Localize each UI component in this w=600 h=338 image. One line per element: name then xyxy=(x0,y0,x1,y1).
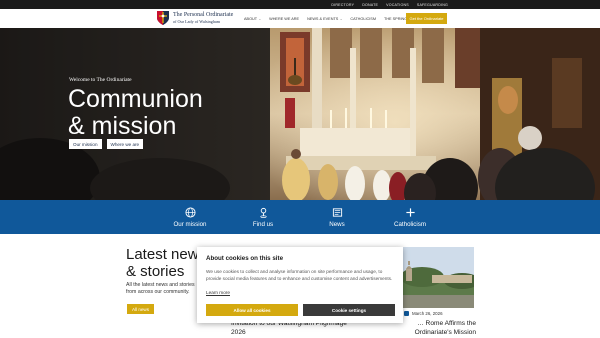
quick-link-find-us[interactable]: Find us xyxy=(233,200,293,234)
site-header: The Personal Ordinariate of Our Lady of … xyxy=(0,9,600,28)
quick-link-catholicism[interactable]: Catholicism xyxy=(380,200,440,234)
quick-link-label: Find us xyxy=(252,221,274,228)
map-pin-icon xyxy=(257,206,269,218)
ordinariate-crest-logo[interactable] xyxy=(156,10,170,26)
brand-subtitle: of Our Lady of Walsingham xyxy=(173,19,221,24)
news-card-image-rome[interactable] xyxy=(402,247,474,308)
allow-all-cookies-button[interactable]: Allow all cookies xyxy=(206,304,298,316)
quick-link-label: News xyxy=(329,221,345,228)
quick-link-news[interactable]: News xyxy=(307,200,367,234)
quick-links-band: Our mission Find us News Catholicism xyxy=(0,200,600,234)
quick-link-label: Catholicism xyxy=(394,221,426,228)
hero-headline-line2: & mission xyxy=(68,112,177,140)
nav-item-the-spring[interactable]: The Spring xyxy=(384,17,407,21)
main-nav: About ⌄ Where we are News & events ⌄ Cat… xyxy=(244,9,407,28)
news-heading-line1: Latest news xyxy=(126,246,207,263)
where-we-are-button[interactable]: Where we are xyxy=(106,139,144,149)
news-heading-line2: & stories xyxy=(126,263,185,280)
nav-item-about[interactable]: About ⌄ xyxy=(244,17,261,21)
news-description: All the latest news and stories from acr… xyxy=(126,282,195,295)
our-mission-button[interactable]: Our mission xyxy=(69,139,102,149)
nav-item-label: Where we are xyxy=(269,16,300,21)
calendar-icon xyxy=(404,311,409,316)
cookie-learn-more-link[interactable]: Learn more xyxy=(206,290,230,295)
news-card-date: March 26, 2026 xyxy=(404,311,443,316)
news-card-title-line: 2026 xyxy=(231,329,246,336)
chevron-down-icon: ⌄ xyxy=(339,16,343,21)
cookie-dialog-title: About cookies on this site xyxy=(206,255,284,262)
hero-buttons: Our mission Where we are xyxy=(69,139,144,149)
cookie-settings-button[interactable]: Cookie settings xyxy=(303,304,395,316)
news-card-title-line: Ordinariate's Mission xyxy=(414,329,476,336)
utility-bar: Directory Donate Vocations Safeguarding xyxy=(0,0,600,9)
hero-headline-line1: Communion xyxy=(68,85,203,113)
cookie-consent-dialog: About cookies on this site We use cookie… xyxy=(197,247,403,323)
nav-item-catholicism[interactable]: Catholicism xyxy=(350,17,376,21)
hero-headline: Communion & mission xyxy=(68,86,203,140)
quick-link-our-mission[interactable]: Our mission xyxy=(160,200,220,234)
utility-link-directory[interactable]: Directory xyxy=(331,3,354,7)
hero-welcome: Welcome to The Ordinariate xyxy=(69,77,132,83)
hero-banner: Welcome to The Ordinariate Communion & m… xyxy=(0,28,600,200)
utility-link-vocations[interactable]: Vocations xyxy=(386,3,409,7)
nav-item-label: Catholicism xyxy=(350,16,376,21)
utility-link-donate[interactable]: Donate xyxy=(362,3,378,7)
utility-links: Directory Donate Vocations Safeguarding xyxy=(331,0,448,9)
chevron-down-icon: ⌄ xyxy=(258,16,262,21)
nav-item-where-we-are[interactable]: Where we are xyxy=(269,17,299,21)
newspaper-icon xyxy=(331,206,343,218)
nav-item-label: The Spring xyxy=(384,16,408,21)
nav-item-label: About xyxy=(244,16,258,21)
site-brand[interactable]: The Personal Ordinariate of Our Lady of … xyxy=(173,12,233,24)
nav-item-news-events[interactable]: News & events ⌄ xyxy=(307,17,342,21)
globe-icon xyxy=(184,206,196,218)
nav-item-label: News & events xyxy=(307,16,339,21)
all-news-button[interactable]: All news xyxy=(127,304,154,314)
utility-link-safeguarding[interactable]: Safeguarding xyxy=(417,3,448,7)
news-card-date-text: March 26, 2026 xyxy=(412,311,443,316)
plus-icon xyxy=(404,206,416,218)
news-heading: Latest news & stories xyxy=(126,246,206,280)
cookie-dialog-body: We use cookies to collect and analyse in… xyxy=(206,269,393,281)
brand-title: The Personal Ordinariate xyxy=(173,12,234,18)
get-the-ordinariate-button[interactable]: Get the Ordinariate xyxy=(406,13,447,24)
quick-link-label: Our mission xyxy=(173,221,207,228)
